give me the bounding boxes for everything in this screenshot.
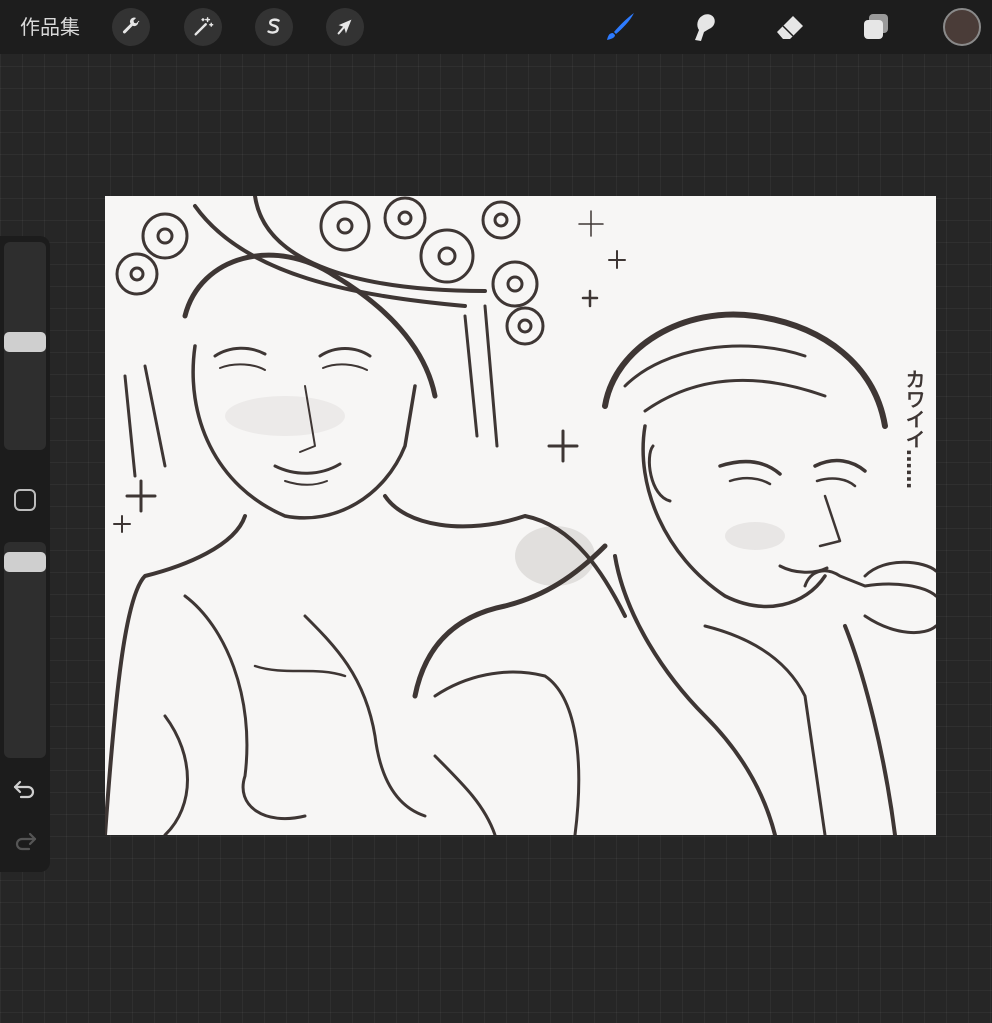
gallery-button[interactable]: 作品集	[20, 14, 80, 40]
sfx-text: カワイイ……	[902, 369, 926, 489]
selection-button[interactable]	[255, 8, 293, 46]
layers-icon	[864, 14, 888, 39]
transform-button[interactable]	[326, 8, 364, 46]
selection-s-icon	[267, 18, 280, 34]
magic-wand-icon	[194, 17, 214, 36]
arrow-cursor-icon	[337, 19, 352, 35]
layers-tool-button[interactable]	[856, 8, 896, 46]
modify-button[interactable]	[14, 489, 36, 511]
brush-tool-button[interactable]	[600, 8, 640, 46]
opacity-slider-thumb[interactable]	[4, 552, 46, 572]
adjustments-button[interactable]	[184, 8, 222, 46]
opacity-slider[interactable]	[4, 542, 46, 758]
top-toolbar: 作品集	[0, 0, 992, 54]
smudge-tool-button[interactable]	[684, 8, 724, 46]
undo-icon[interactable]	[12, 776, 38, 802]
smudge-finger-icon	[695, 14, 715, 41]
redo-icon[interactable]	[12, 828, 38, 854]
color-picker-button[interactable]	[943, 8, 981, 46]
drawing-canvas[interactable]: カワイイ……	[105, 196, 936, 835]
actions-button[interactable]	[112, 8, 150, 46]
sketch-artwork	[105, 196, 936, 835]
brush-icon	[607, 13, 634, 40]
left-sidebar	[0, 236, 50, 872]
eraser-icon	[777, 16, 803, 39]
eraser-tool-button[interactable]	[770, 8, 810, 46]
brush-size-slider-thumb[interactable]	[4, 332, 46, 352]
wrench-icon	[122, 17, 140, 34]
